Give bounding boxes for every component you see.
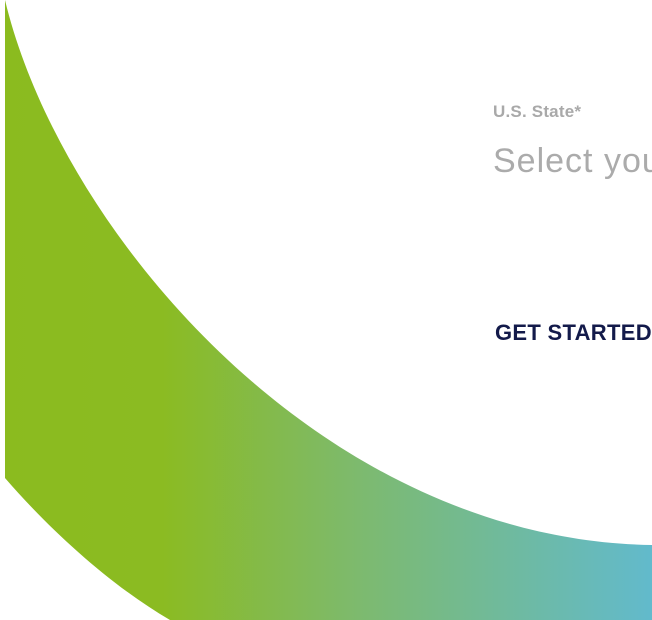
decorative-gradient-swoosh xyxy=(5,0,652,620)
get-started-button[interactable]: GET STARTED xyxy=(495,320,652,346)
page: U.S. State* Select your state GET STARTE… xyxy=(0,0,652,620)
state-field-label: U.S. State* xyxy=(493,102,582,121)
swoosh-shape xyxy=(5,0,652,620)
left-border xyxy=(0,0,5,620)
state-select[interactable]: Select your state xyxy=(493,139,652,183)
